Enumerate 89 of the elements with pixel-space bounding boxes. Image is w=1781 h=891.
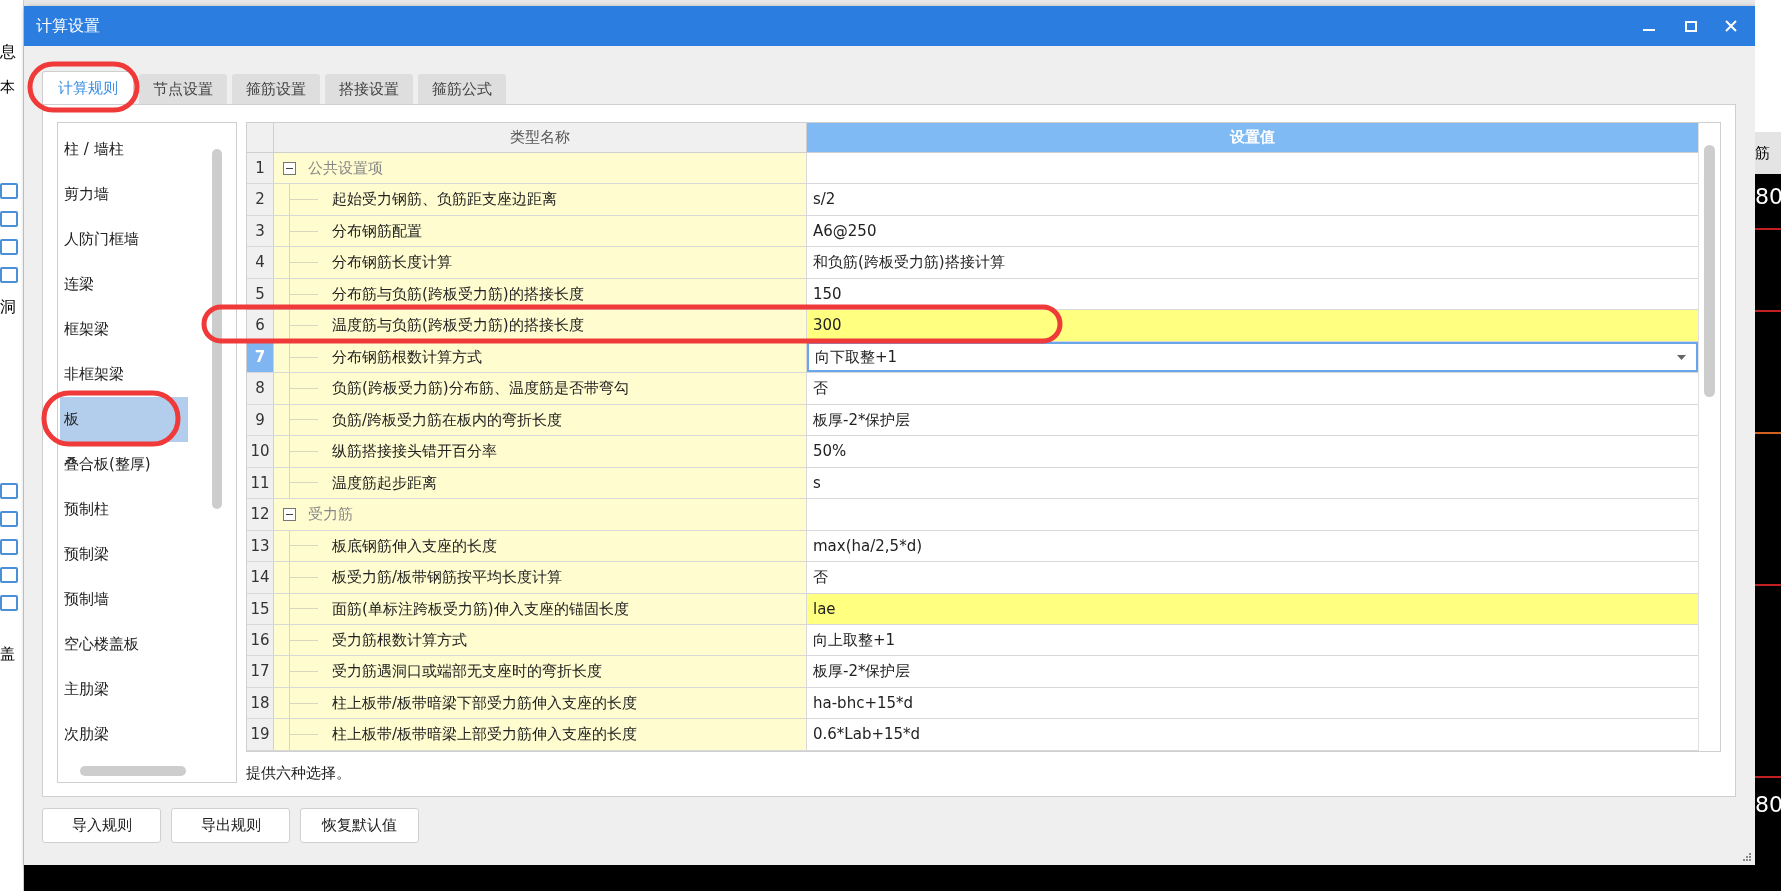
- row-number: 19: [247, 719, 274, 750]
- row-number: 15: [247, 593, 274, 624]
- row-number: 8: [247, 373, 274, 404]
- row-number: 16: [247, 625, 274, 656]
- dialog-button[interactable]: 恢复默认值: [300, 808, 419, 843]
- setting-name: 温度筋起步距离: [332, 472, 437, 494]
- category-item[interactable]: 预制柱: [60, 487, 188, 532]
- row-number: 13: [247, 530, 274, 562]
- setting-name: 温度筋与负筋(跨板受力筋)的搭接长度: [332, 315, 584, 337]
- tool-icon[interactable]: [0, 210, 18, 227]
- setting-name: 分布筋与负筋(跨板受力筋)的搭接长度: [332, 283, 584, 305]
- setting-name: 受力筋遇洞口或端部无支座时的弯折长度: [332, 661, 602, 683]
- setting-name: 分布钢筋配置: [332, 220, 422, 242]
- category-item[interactable]: 框架梁: [60, 307, 188, 352]
- category-item[interactable]: 柱 / 墙柱: [60, 127, 188, 172]
- setting-name: 板受力筋/板带钢筋按平均长度计算: [332, 567, 563, 589]
- tool-icon[interactable]: [0, 238, 18, 255]
- setting-name: 受力筋根数计算方式: [332, 630, 467, 651]
- collapse-icon[interactable]: [283, 507, 296, 521]
- scrollbar-thumb[interactable]: [212, 149, 222, 509]
- tab[interactable]: 节点设置: [139, 74, 227, 104]
- caret-icon: [1677, 354, 1686, 360]
- setting-value[interactable]: 300: [807, 310, 1698, 341]
- toolbar-label: 筋: [1755, 142, 1770, 164]
- scrollbar-thumb[interactable]: [1704, 145, 1715, 397]
- tab[interactable]: 箍筋公式: [418, 74, 506, 104]
- setting-name: 柱上板带/板带暗梁上部受力筋伸入支座的长度: [332, 724, 638, 746]
- column-header[interactable]: 类型名称: [274, 123, 807, 152]
- row-number: 11: [247, 467, 274, 499]
- tab[interactable]: 箍筋设置: [232, 74, 320, 104]
- row-number: 9: [247, 404, 274, 436]
- row-number: 1: [247, 152, 274, 184]
- tool-icon[interactable]: [0, 266, 18, 283]
- tool-icon[interactable]: [0, 182, 18, 199]
- category-item[interactable]: 次肋梁: [60, 712, 188, 757]
- row-number: 14: [247, 562, 274, 593]
- setting-name: 负筋(跨板受力筋)分布筋、温度筋是否带弯勾: [332, 378, 629, 400]
- category-item[interactable]: 空心楼盖板: [60, 622, 188, 667]
- category-item[interactable]: 连梁: [60, 262, 188, 307]
- tab[interactable]: 计算规则: [42, 71, 134, 104]
- setting-name: 负筋/跨板受力筋在板内的弯折长度: [332, 409, 563, 431]
- setting-name: 起始受力钢筋、负筋距支座边距离: [332, 189, 557, 211]
- resize-grip-icon[interactable]: [1742, 852, 1751, 861]
- tool-icon[interactable]: [0, 594, 18, 611]
- row-number: 10: [247, 436, 274, 467]
- group-label: 公共设置项: [308, 157, 383, 179]
- setting-name: 面筋(单标注跨板受力筋)伸入支座的锚固长度: [332, 598, 629, 620]
- setting-name: 分布钢筋根数计算方式: [332, 346, 482, 368]
- tool-icon[interactable]: [0, 566, 18, 583]
- value-dropdown[interactable]: 向下取整+1: [807, 341, 1698, 373]
- group-label: 受力筋: [308, 504, 353, 526]
- tool-icon[interactable]: [0, 482, 18, 499]
- hint-text: 提供六种选择。: [246, 763, 352, 784]
- setting-name: 板底钢筋伸入支座的长度: [332, 535, 497, 557]
- maximize-icon[interactable]: [1685, 20, 1697, 32]
- setting-name: 纵筋搭接接头错开百分率: [332, 441, 497, 463]
- row-number: 3: [247, 215, 274, 247]
- category-item[interactable]: 预制墙: [60, 577, 188, 622]
- close-icon[interactable]: [1725, 20, 1737, 32]
- category-item[interactable]: 人防门框墙: [60, 217, 188, 262]
- category-item[interactable]: 板: [60, 397, 188, 442]
- category-item[interactable]: 主肋梁: [60, 667, 188, 712]
- row-number: 4: [247, 247, 274, 278]
- tool-icon[interactable]: [0, 510, 18, 527]
- dialog-button[interactable]: 导出规则: [171, 808, 290, 843]
- category-item[interactable]: 预制梁: [60, 532, 188, 577]
- tab[interactable]: 搭接设置: [325, 74, 413, 104]
- dialog-button[interactable]: 导入规则: [42, 808, 161, 843]
- category-item[interactable]: 非框架梁: [60, 352, 188, 397]
- row-number: 2: [247, 184, 274, 215]
- scrollbar-thumb[interactable]: [80, 766, 186, 776]
- setting-value[interactable]: lae: [807, 593, 1698, 624]
- dimension-label: 80: [1755, 794, 1781, 816]
- dimension-label: 80: [1755, 186, 1781, 208]
- setting-name: 柱上板带/板带暗梁下部受力筋伸入支座的长度: [332, 692, 638, 714]
- window-title: 计算设置: [36, 15, 101, 37]
- category-item[interactable]: 叠合板(整厚): [60, 442, 188, 487]
- row-number: 12: [247, 499, 274, 530]
- collapse-icon[interactable]: [283, 161, 296, 175]
- setting-name: 分布钢筋长度计算: [332, 252, 452, 274]
- toolbar-label: 洞: [0, 295, 16, 318]
- row-number: 17: [247, 656, 274, 687]
- row-number: 6: [247, 310, 274, 341]
- toolbar-label: 本: [0, 77, 15, 98]
- toolbar-label: 息: [0, 41, 16, 63]
- tool-icon[interactable]: [0, 538, 18, 555]
- category-item[interactable]: 剪力墙: [60, 172, 188, 217]
- row-number: 18: [247, 687, 274, 719]
- toolbar-label: 盖: [0, 643, 15, 665]
